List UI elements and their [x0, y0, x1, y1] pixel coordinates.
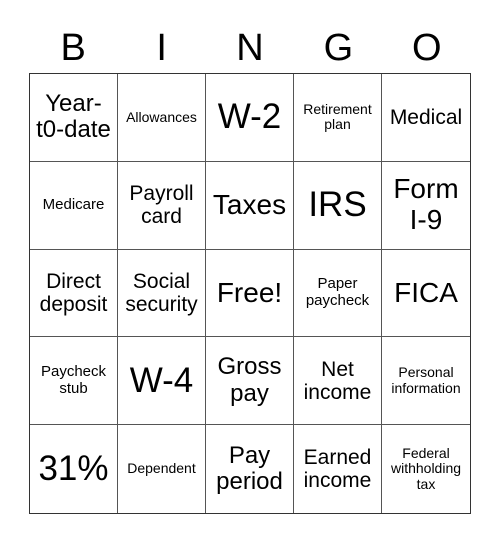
- bingo-cell-text: Allowances: [126, 108, 197, 125]
- bingo-cell[interactable]: Taxes: [206, 161, 294, 250]
- bingo-cell-text: Direct deposit: [39, 269, 108, 316]
- bingo-cell[interactable]: Dependent: [118, 425, 206, 513]
- bingo-cell-text: Medicare: [42, 195, 105, 213]
- header-letter-g: G: [323, 27, 354, 69]
- bingo-cell[interactable]: IRS: [294, 161, 382, 250]
- bingo-cell-text: Gross pay: [217, 353, 282, 407]
- bingo-grid: Year- t0-date Allowances W-2 Retirement pla…: [29, 73, 471, 514]
- bingo-cell[interactable]: Social security: [118, 249, 206, 338]
- bingo-cell[interactable]: Earned income: [294, 425, 382, 513]
- bingo-cell-text: FICA: [394, 276, 458, 308]
- bingo-cell-text: 31%: [38, 448, 109, 488]
- bingo-cell-text: Year- t0-date: [36, 90, 111, 144]
- header-letter-i: I: [156, 27, 167, 69]
- bingo-cell[interactable]: Federal withholding tax: [382, 425, 470, 513]
- bingo-cell[interactable]: Free!: [206, 249, 294, 338]
- bingo-cell[interactable]: Year- t0-date: [30, 74, 118, 162]
- header-letter-o: O: [412, 27, 442, 69]
- bingo-cell[interactable]: Paper paycheck: [294, 249, 382, 338]
- bingo-cell[interactable]: W-2: [206, 74, 294, 162]
- bingo-cell-text: Personal information: [391, 364, 461, 396]
- bingo-cell[interactable]: Direct deposit: [30, 249, 118, 338]
- bingo-cell[interactable]: Paycheck stub: [30, 337, 118, 426]
- bingo-cell[interactable]: Form I-9: [382, 162, 470, 250]
- bingo-cell-text: Social security: [125, 269, 198, 316]
- bingo-cell[interactable]: W-4: [118, 337, 206, 426]
- bingo-cell-text: Paper paycheck: [305, 275, 370, 309]
- bingo-cell-text: Net income: [303, 357, 372, 404]
- bingo-cell[interactable]: Pay period: [206, 425, 294, 513]
- bingo-cell[interactable]: Net income: [294, 337, 382, 426]
- bingo-cell-text: Payroll card: [129, 182, 194, 229]
- bingo-cell-text: Paycheck stub: [40, 363, 107, 397]
- bingo-cell-text: Earned income: [303, 446, 372, 493]
- bingo-cell[interactable]: Allowances: [118, 74, 206, 162]
- bingo-cell[interactable]: 31%: [30, 425, 118, 513]
- bingo-cell[interactable]: FICA: [382, 250, 470, 338]
- bingo-cell[interactable]: Medicare: [30, 161, 118, 250]
- bingo-cell[interactable]: Personal information: [382, 337, 470, 426]
- bingo-cell-text: Form I-9: [393, 173, 459, 236]
- bingo-cell[interactable]: Gross pay: [206, 337, 294, 426]
- bingo-cell[interactable]: Retirement plan: [294, 74, 382, 162]
- bingo-cell[interactable]: Medical: [382, 74, 470, 162]
- bingo-cell-text: Taxes: [212, 188, 287, 220]
- bingo-cell-text: Retirement plan: [303, 101, 372, 133]
- bingo-cell-text: Federal withholding tax: [390, 445, 462, 492]
- bingo-header: B I N G O: [29, 24, 471, 72]
- bingo-cell-text: Dependent: [127, 460, 196, 477]
- bingo-cell-text: Free!: [216, 276, 283, 308]
- bingo-cell[interactable]: Payroll card: [118, 161, 206, 250]
- bingo-cell-text: W-2: [217, 97, 282, 137]
- bingo-cell-text: IRS: [308, 184, 367, 224]
- header-letter-b: B: [60, 27, 86, 69]
- bingo-cell-text: Medical: [389, 105, 463, 129]
- bingo-cell-text: Pay period: [216, 441, 283, 496]
- bingo-cell-text: W-4: [129, 360, 194, 400]
- header-letter-n: N: [236, 27, 264, 69]
